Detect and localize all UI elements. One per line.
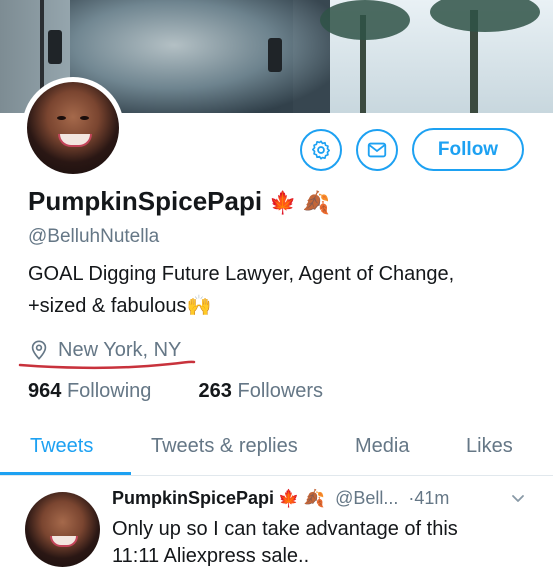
- avatar-eye: [80, 116, 89, 120]
- tweet-author-name[interactable]: PumpkinSpicePapi: [112, 488, 274, 509]
- bio-line-1: GOAL Digging Future Lawyer, Agent of Cha…: [28, 263, 455, 285]
- following-count: 964: [28, 380, 62, 402]
- banner-traffic-light: [268, 38, 282, 72]
- tweet-text: Only up so I can take advantage of this …: [112, 516, 532, 570]
- profile-tabs: Tweets Tweets & replies Media Likes: [0, 425, 553, 476]
- followers-link[interactable]: 263 Followers: [199, 380, 324, 402]
- followers-label: Followers: [237, 380, 324, 402]
- tweet-text-line-2: 11:11 Aliexpress sale..: [112, 545, 310, 567]
- tweet-avatar[interactable]: [25, 492, 100, 567]
- gear-icon: [312, 140, 330, 160]
- tab-tweets[interactable]: Tweets: [30, 435, 93, 458]
- chevron-down-icon[interactable]: [510, 490, 526, 506]
- avatar-smile: [50, 536, 78, 547]
- avatar-eye: [57, 116, 66, 120]
- profile-bio: GOAL Digging Future Lawyer, Agent of Cha…: [28, 258, 528, 322]
- bio-text: +sized & fabulous: [28, 295, 187, 317]
- envelope-icon: [367, 142, 387, 158]
- tab-media[interactable]: Media: [355, 435, 409, 458]
- tab-tweets-replies[interactable]: Tweets & replies: [151, 435, 298, 458]
- tab-likes[interactable]: Likes: [466, 435, 513, 458]
- avatar[interactable]: [27, 82, 119, 174]
- display-name: PumpkinSpicePapi 🍁 🍂: [28, 186, 330, 217]
- tweet-timestamp[interactable]: ·41m: [408, 488, 449, 509]
- bio-line-2: +sized & fabulous🙌: [28, 290, 528, 322]
- name-emoji: 🍁 🍂: [269, 190, 331, 215]
- display-name-text: PumpkinSpicePapi: [28, 186, 263, 216]
- tweet-header: PumpkinSpicePapi 🍁 🍂 @Bell... ·41m: [112, 488, 449, 509]
- tweet-author-handle[interactable]: @Bell...: [335, 488, 398, 509]
- following-label: Following: [66, 380, 152, 402]
- active-tab-indicator: [0, 472, 131, 475]
- tweet-name-emoji: 🍁 🍂: [278, 488, 326, 508]
- following-link[interactable]: 964 Following: [28, 380, 151, 402]
- profile-stats: 964 Following 263 Followers: [28, 380, 323, 403]
- tweet-text-line-1: Only up so I can take advantage of this: [112, 518, 458, 540]
- profile-handle: @BelluhNutella: [28, 226, 160, 247]
- banner-traffic-light: [48, 30, 62, 64]
- message-button[interactable]: [356, 129, 398, 171]
- avatar-smile: [58, 134, 92, 147]
- settings-button[interactable]: [300, 129, 342, 171]
- follow-button[interactable]: Follow: [412, 128, 524, 171]
- raised-hands-emoji: 🙌: [186, 295, 212, 317]
- banner-palm-frond: [320, 0, 410, 40]
- followers-count: 263: [198, 380, 232, 402]
- red-underline-annotation: [18, 360, 196, 370]
